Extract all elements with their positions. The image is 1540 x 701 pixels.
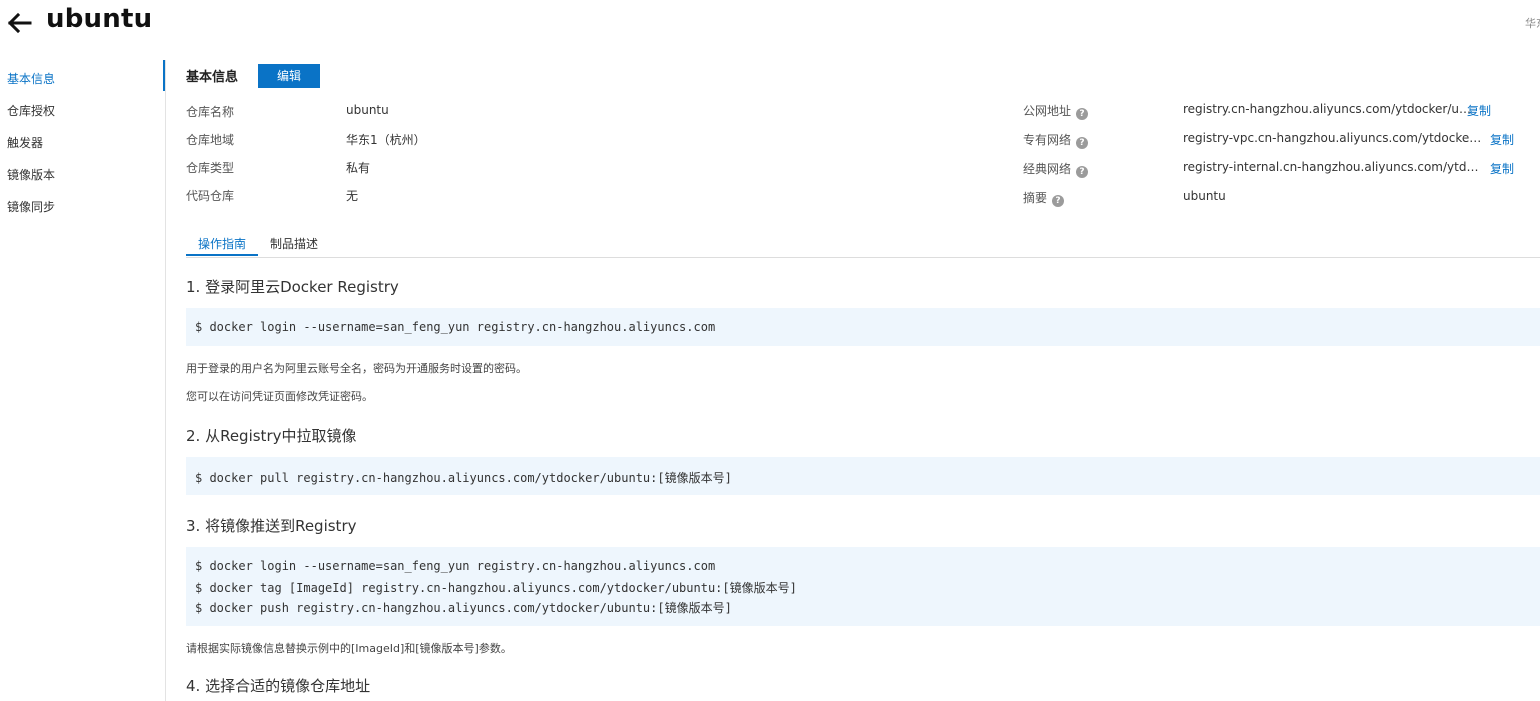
field-label-repo-name: 仓库名称: [186, 105, 235, 119]
sidebar-active-indicator: [163, 60, 165, 91]
question-circle-icon[interactable]: ?: [1076, 166, 1089, 178]
region-label[interactable]: 华东: [1525, 15, 1540, 31]
sidebar-item-repo-auth[interactable]: 仓库授权: [7, 102, 55, 119]
code-line: $ docker tag [ImageId] registry.cn-hangz…: [195, 581, 797, 595]
question-circle-icon[interactable]: ?: [1052, 195, 1065, 207]
edit-button[interactable]: 编辑: [258, 64, 320, 88]
step1-note: 用于登录的用户名为阿里云账号全名，密码为开通服务时设置的密码。: [186, 362, 527, 375]
code-line: $ docker push registry.cn-hangzhou.aliyu…: [195, 601, 732, 615]
address-value-classic: registry-internal.cn-hangzhou.aliyuncs.c…: [1183, 160, 1481, 174]
field-label-repo-type: 仓库类型: [186, 161, 235, 175]
main-content: 基本信息 编辑 仓库名称 ubuntu 仓库地域 华东1（杭州） 仓库类型 私有…: [166, 60, 1540, 701]
question-circle-icon[interactable]: ?: [1076, 108, 1089, 120]
code-line: $ docker login --username=san_feng_yun r…: [195, 559, 716, 573]
address-value-vpc: registry-vpc.cn-hangzhou.aliyuncs.com/yt…: [1183, 131, 1483, 145]
copy-public-address-link[interactable]: 复制: [1467, 102, 1491, 119]
back-arrow-icon[interactable]: [6, 10, 32, 36]
step2-title: 2. 从Registry中拉取镜像: [186, 427, 357, 445]
tab-artifact-description[interactable]: 制品描述: [270, 235, 318, 252]
field-label-code-repo: 代码仓库: [186, 189, 235, 203]
address-value-public: registry.cn-hangzhou.aliyuncs.com/ytdock…: [1183, 102, 1473, 116]
field-value-repo-type: 私有: [346, 161, 371, 175]
step3-note: 请根据实际镜像信息替换示例中的[ImageId]和[镜像版本号]参数。: [186, 642, 512, 655]
address-value-digest: ubuntu: [1183, 189, 1226, 203]
field-value-repo-region: 华东1（杭州）: [346, 133, 426, 147]
field-value-code-repo: 无: [346, 189, 359, 203]
address-label-vpc-text: 专有网络: [1023, 133, 1072, 147]
step1-code-block[interactable]: $ docker login --username=san_feng_yun r…: [186, 308, 1540, 346]
field-label-repo-region: 仓库地域: [186, 133, 235, 147]
code-line: $ docker login --username=san_feng_yun r…: [195, 320, 716, 334]
address-label-digest-text: 摘要: [1023, 191, 1048, 205]
address-label-vpc: 专有网络?: [1023, 131, 1089, 149]
step1-note: 您可以在访问凭证页面修改凭证密码。: [186, 390, 373, 403]
field-value-repo-name: ubuntu: [346, 103, 389, 117]
sidebar-item-image-versions[interactable]: 镜像版本: [7, 166, 55, 183]
address-label-classic: 经典网络?: [1023, 160, 1089, 178]
sidebar: 基本信息 仓库授权 触发器 镜像版本 镜像同步: [0, 60, 166, 701]
question-circle-icon[interactable]: ?: [1076, 137, 1089, 149]
section-title: 基本信息: [186, 70, 239, 85]
step3-title: 3. 将镜像推送到Registry: [186, 517, 357, 535]
address-label-public: 公网地址?: [1023, 102, 1089, 120]
step4-title: 4. 选择合适的镜像仓库地址: [186, 677, 371, 695]
address-label-digest: 摘要?: [1023, 189, 1065, 207]
code-line: $ docker pull registry.cn-hangzhou.aliyu…: [195, 471, 732, 485]
step2-code-block[interactable]: $ docker pull registry.cn-hangzhou.aliyu…: [186, 457, 1540, 495]
sidebar-item-basic-info[interactable]: 基本信息: [7, 70, 55, 87]
copy-classic-address-link[interactable]: 复制: [1490, 160, 1514, 177]
sidebar-item-image-sync[interactable]: 镜像同步: [7, 198, 55, 215]
sidebar-item-triggers[interactable]: 触发器: [7, 134, 43, 151]
active-tab-indicator: [186, 254, 258, 256]
address-label-public-text: 公网地址: [1023, 104, 1072, 118]
address-label-classic-text: 经典网络: [1023, 162, 1072, 176]
step3-code-block[interactable]: $ docker login --username=san_feng_yun r…: [186, 547, 1540, 626]
page-header: ubuntu 华东: [0, 0, 1540, 50]
page-title: ubuntu: [46, 4, 153, 34]
guide-tabs: 操作指南 制品描述: [186, 233, 1540, 258]
step1-title: 1. 登录阿里云Docker Registry: [186, 278, 399, 296]
tab-operation-guide[interactable]: 操作指南: [198, 235, 246, 252]
copy-vpc-address-link[interactable]: 复制: [1490, 131, 1514, 148]
